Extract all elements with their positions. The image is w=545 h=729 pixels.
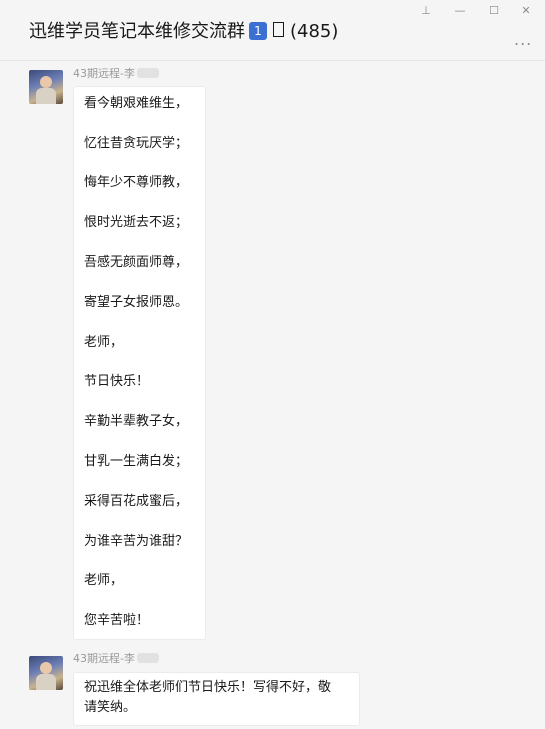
redacted-name-blur xyxy=(136,653,159,663)
title-bar: 迅维学员笔记本维修交流群 1 (485) ⊥ — ☐ ✕ ... xyxy=(0,0,545,61)
poem-line: 节日快乐！ xyxy=(84,374,150,389)
message-line: 请笑纳。 xyxy=(84,700,137,715)
poem-line: 老师， xyxy=(84,573,124,588)
missing-glyph-icon xyxy=(273,22,284,37)
poem-line: 悔年少不尊师教， xyxy=(84,175,189,190)
group-name: 迅维学员笔记本维修交流群 xyxy=(29,21,245,42)
poem-line: 辛勤半辈教子女， xyxy=(84,414,189,429)
sender-name[interactable]: 43期远程-李 xyxy=(73,67,159,81)
chat-title: 迅维学员笔记本维修交流群 1 (485) xyxy=(29,20,338,44)
message-bubble[interactable]: 祝迅维全体老师们节日快乐！写得不好，敬 请笑纳。 xyxy=(73,672,360,726)
avatar[interactable] xyxy=(29,656,63,690)
poem-line: 甘乳一生满白发； xyxy=(84,454,189,469)
avatar-body xyxy=(36,88,56,104)
message-line: 祝迅维全体老师们节日快乐！写得不好，敬 xyxy=(84,680,332,695)
poem-line: 忆往昔贪玩厌学； xyxy=(84,136,189,151)
sender-name-text: 43期远程-李 xyxy=(73,652,135,665)
avatar-face xyxy=(40,662,52,674)
sender-name-text: 43期远程-李 xyxy=(73,67,135,80)
maximize-button[interactable]: ☐ xyxy=(486,4,502,18)
poem-line: 恨时光逝去不返； xyxy=(84,215,189,230)
redacted-name-blur xyxy=(136,68,159,78)
message-bubble[interactable]: 看今朝艰难维生， 忆往昔贪玩厌学； 悔年少不尊师教， 恨时光逝去不返； 吾感无颜… xyxy=(73,86,206,640)
number-one-badge-icon: 1 xyxy=(249,22,267,40)
avatar-body xyxy=(36,674,56,690)
poem-line: 您辛苦啦！ xyxy=(84,613,150,628)
avatar[interactable] xyxy=(29,70,63,104)
sender-name[interactable]: 43期远程-李 xyxy=(73,652,159,666)
avatar-face xyxy=(40,76,52,88)
more-options-icon[interactable]: ... xyxy=(514,32,532,48)
poem-line: 吾感无颜面师尊， xyxy=(84,255,189,270)
poem-line: 采得百花成蜜后， xyxy=(84,494,189,509)
minimize-button[interactable]: — xyxy=(452,4,468,18)
poem-line: 看今朝艰难维生， xyxy=(84,96,189,111)
close-button[interactable]: ✕ xyxy=(518,4,534,18)
poem-line: 寄望子女报师恩。 xyxy=(84,295,189,310)
poem-line: 老师， xyxy=(84,335,124,350)
pin-icon[interactable]: ⊥ xyxy=(418,4,434,18)
member-count: (485) xyxy=(290,21,339,42)
poem-line: 为谁辛苦为谁甜？ xyxy=(84,534,189,549)
